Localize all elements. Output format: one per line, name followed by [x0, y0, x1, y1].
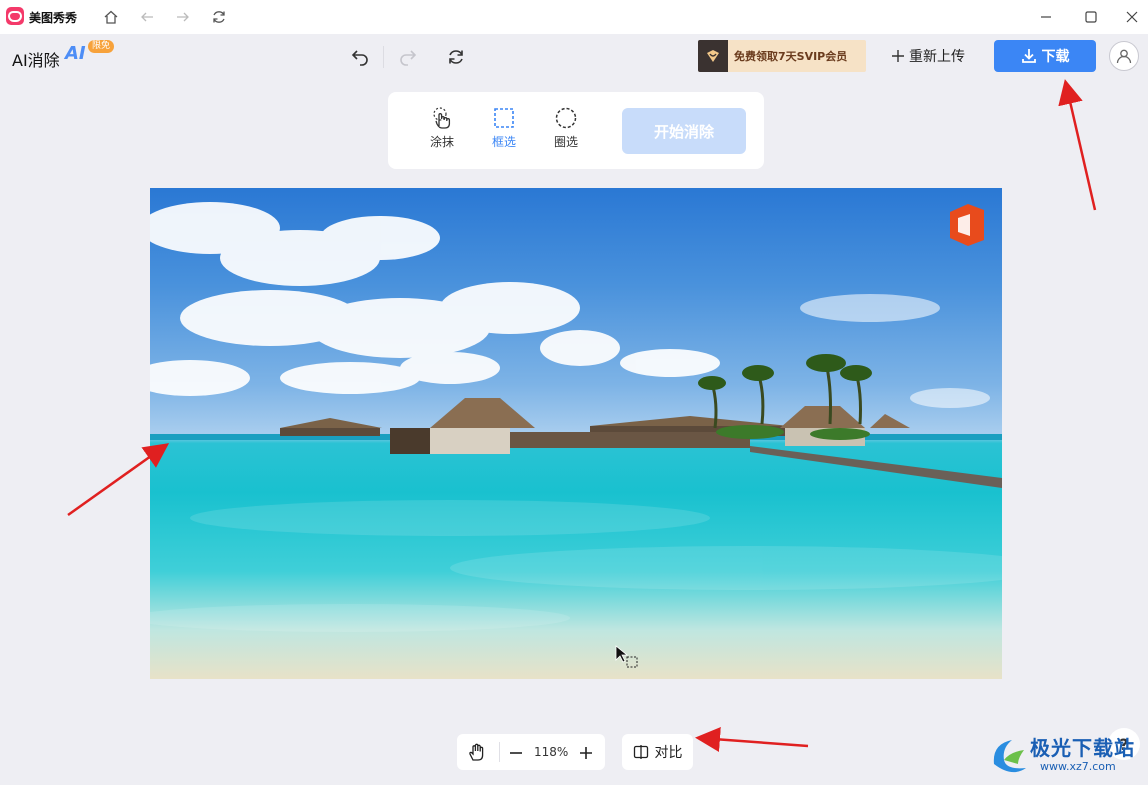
tool-box-select[interactable]: 框选	[484, 106, 524, 150]
compare-label: 对比	[654, 745, 683, 761]
erase-tool-panel: 涂抹 框选 圈选 开始消除	[388, 92, 764, 169]
tool-smear[interactable]: 涂抹	[422, 106, 462, 150]
watermark-url: www.xz7.com	[1040, 760, 1116, 773]
download-label: 下载	[1041, 49, 1070, 65]
arrow-to-compare	[695, 727, 809, 752]
tool-box-select-label: 框选	[491, 135, 516, 149]
start-erase-button[interactable]: 开始消除	[622, 108, 746, 154]
tool-lasso[interactable]: 圈选	[546, 106, 586, 150]
free-tag: 限免	[88, 40, 115, 53]
plus-icon	[892, 50, 904, 62]
title-bar: 美图秀秀	[0, 0, 1148, 34]
app-logo-icon	[6, 7, 24, 25]
beach-photo	[150, 202, 1002, 632]
toolbar: AI消除 AI 限免 免费领取7天SVIP会员 重新上传 下载	[0, 34, 1148, 80]
zoom-divider	[499, 742, 500, 762]
app-name: 美图秀秀	[29, 11, 78, 25]
maximize-icon[interactable]	[1081, 7, 1101, 27]
redo-icon[interactable]	[396, 45, 420, 69]
vip-promo-text: 免费领取7天SVIP会员	[734, 50, 848, 63]
download-button[interactable]: 下载	[994, 40, 1096, 72]
office-logo-icon	[950, 204, 984, 246]
box-select-icon	[494, 108, 514, 128]
tool-lasso-label: 圈选	[553, 135, 578, 149]
download-icon	[1021, 49, 1036, 63]
close-icon[interactable]	[1122, 7, 1142, 27]
reset-icon[interactable]	[444, 45, 468, 69]
vip-promo-banner[interactable]: 免费领取7天SVIP会员	[698, 40, 866, 72]
undo-icon[interactable]	[348, 45, 372, 69]
smear-hand-icon	[433, 107, 451, 129]
forward-arrow-icon[interactable]	[173, 7, 193, 27]
reupload-label: 重新上传	[909, 49, 965, 65]
crown-icon	[698, 40, 728, 72]
ai-badge: AI	[65, 43, 86, 64]
home-icon[interactable]	[101, 7, 121, 27]
arrow-to-download	[1058, 79, 1097, 211]
refresh-icon[interactable]	[209, 7, 229, 27]
watermark-title: 极光下载站	[1030, 736, 1135, 760]
compare-button[interactable]: 对比	[622, 734, 693, 770]
reupload-button[interactable]: 重新上传	[891, 46, 965, 66]
minimize-icon[interactable]	[1036, 7, 1056, 27]
pan-hand-icon[interactable]	[467, 742, 487, 766]
zoom-out-icon[interactable]	[509, 745, 523, 764]
back-arrow-icon[interactable]	[137, 7, 157, 27]
feature-title: AI消除	[12, 51, 60, 70]
watermark-logo-icon	[993, 740, 1026, 773]
zoom-in-icon[interactable]	[579, 745, 593, 764]
image-canvas[interactable]	[150, 188, 1002, 679]
user-avatar-icon[interactable]	[1109, 41, 1139, 71]
watermark: 极光下载站 www.xz7.com	[988, 730, 1148, 780]
toolbar-divider	[383, 46, 384, 68]
tool-smear-label: 涂抹	[429, 135, 454, 149]
zoom-controls: 118%	[457, 734, 605, 770]
lasso-icon	[555, 107, 577, 129]
compare-icon	[633, 745, 648, 759]
cursor-box-select-icon	[615, 645, 641, 675]
zoom-level: 118%	[534, 745, 569, 759]
